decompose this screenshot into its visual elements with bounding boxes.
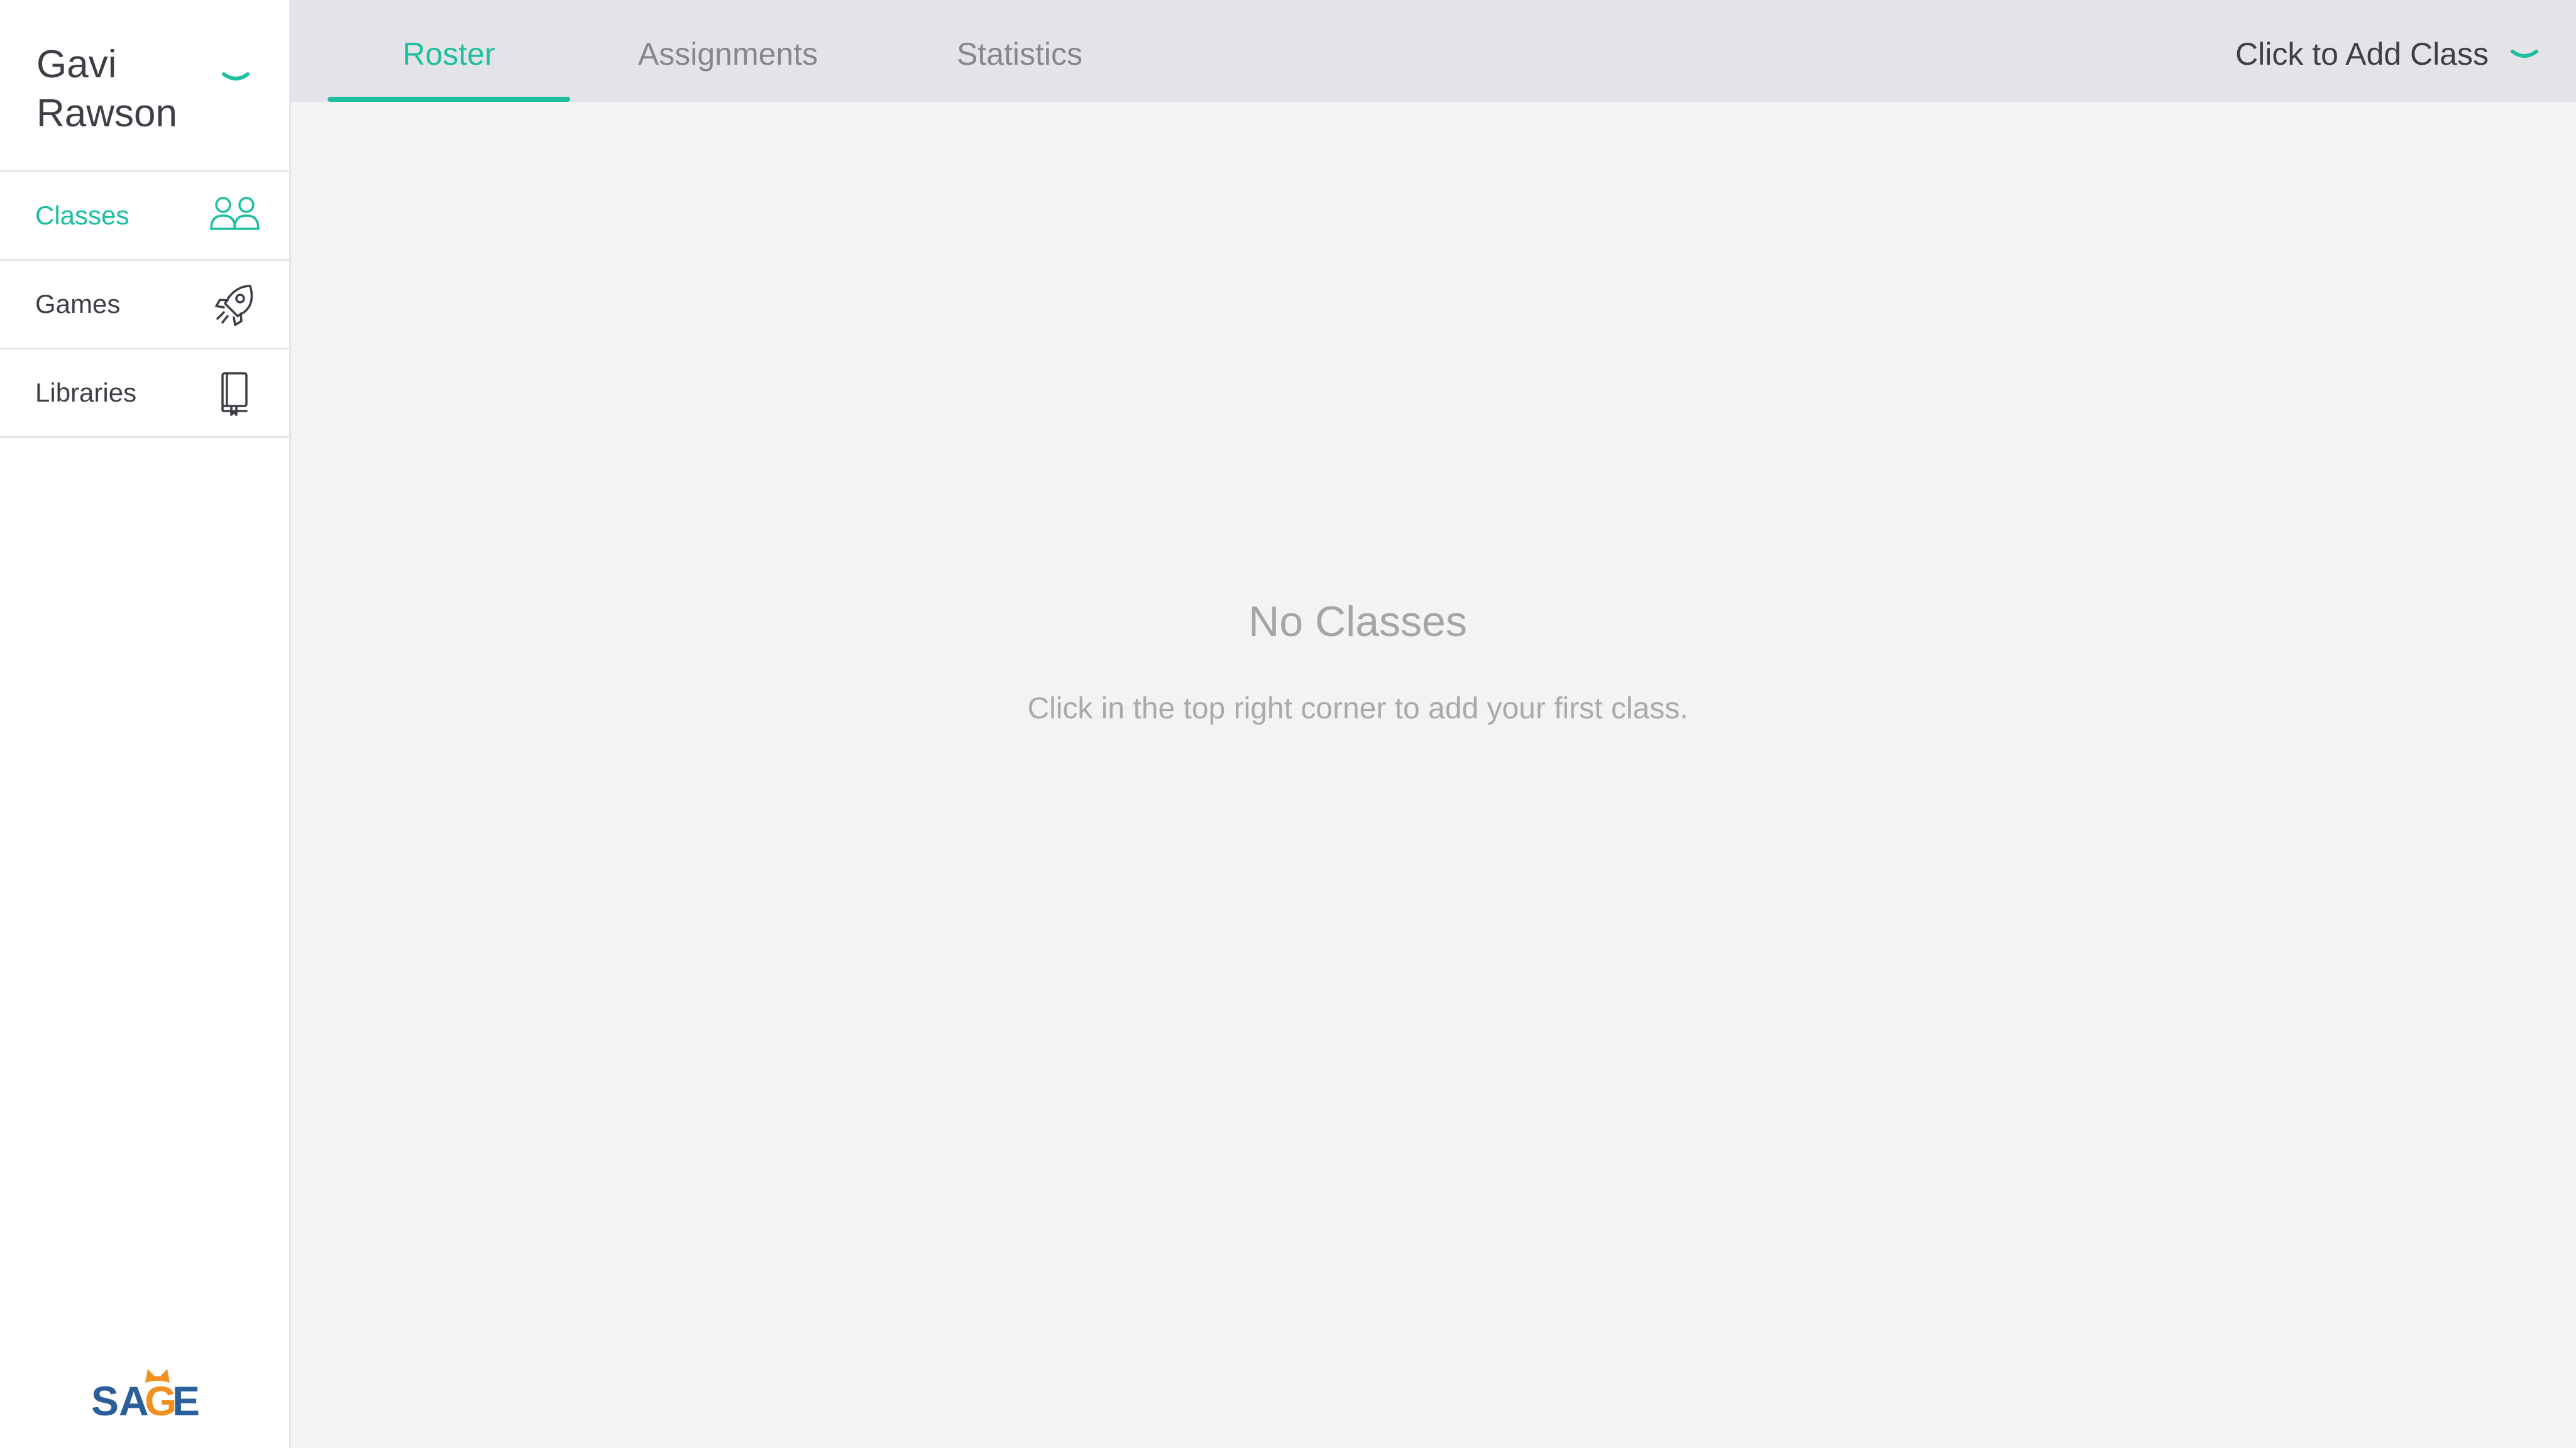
chevron-down-icon <box>2511 50 2538 58</box>
top-nav-bar: Roster Assignments Statistics Click to A… <box>291 0 2576 102</box>
sidebar-item-label: Games <box>35 289 121 319</box>
user-first-name: Gavi <box>36 43 117 86</box>
tab-assignments[interactable]: Assignments <box>597 0 859 102</box>
tab-roster-label: Roster <box>402 36 495 72</box>
sidebar: Gavi Rawson Classes Games Libraries SA G… <box>0 0 291 1448</box>
user-last-name: Rawson <box>36 92 177 135</box>
sage-logo: SA G E <box>91 1369 200 1420</box>
empty-state-subtitle: Click in the top right corner to add you… <box>1027 692 1688 725</box>
chevron-down-icon[interactable] <box>221 70 250 85</box>
add-class-label: Click to Add Class <box>2235 36 2489 72</box>
rocket-icon <box>215 285 253 326</box>
sidebar-item-label: Classes <box>35 200 129 230</box>
classes-icon <box>210 197 260 230</box>
tab-statistics[interactable]: Statistics <box>888 0 1151 102</box>
active-tab-indicator <box>328 97 570 102</box>
logo-text-e: E <box>172 1378 200 1420</box>
sidebar-item-games[interactable]: Games <box>0 261 289 349</box>
tab-roster[interactable]: Roster <box>328 0 570 102</box>
add-class-dropdown[interactable]: Click to Add Class <box>2235 0 2539 102</box>
sidebar-item-label: Libraries <box>35 378 137 407</box>
sidebar-item-libraries[interactable]: Libraries <box>0 349 289 438</box>
user-menu[interactable]: Gavi Rawson <box>0 0 289 172</box>
user-name: Gavi Rawson <box>36 40 177 138</box>
book-icon <box>221 372 248 416</box>
tab-statistics-label: Statistics <box>956 36 1083 72</box>
empty-state-title: No Classes <box>1248 598 1467 645</box>
sidebar-item-classes[interactable]: Classes <box>0 172 289 261</box>
app-root: Gavi Rawson Classes Games Libraries SA G… <box>0 0 2576 1448</box>
logo-text-sa: SA <box>91 1378 149 1420</box>
tab-assignments-label: Assignments <box>637 36 818 72</box>
main-content: No Classes Click in the top right corner… <box>291 102 2576 1448</box>
